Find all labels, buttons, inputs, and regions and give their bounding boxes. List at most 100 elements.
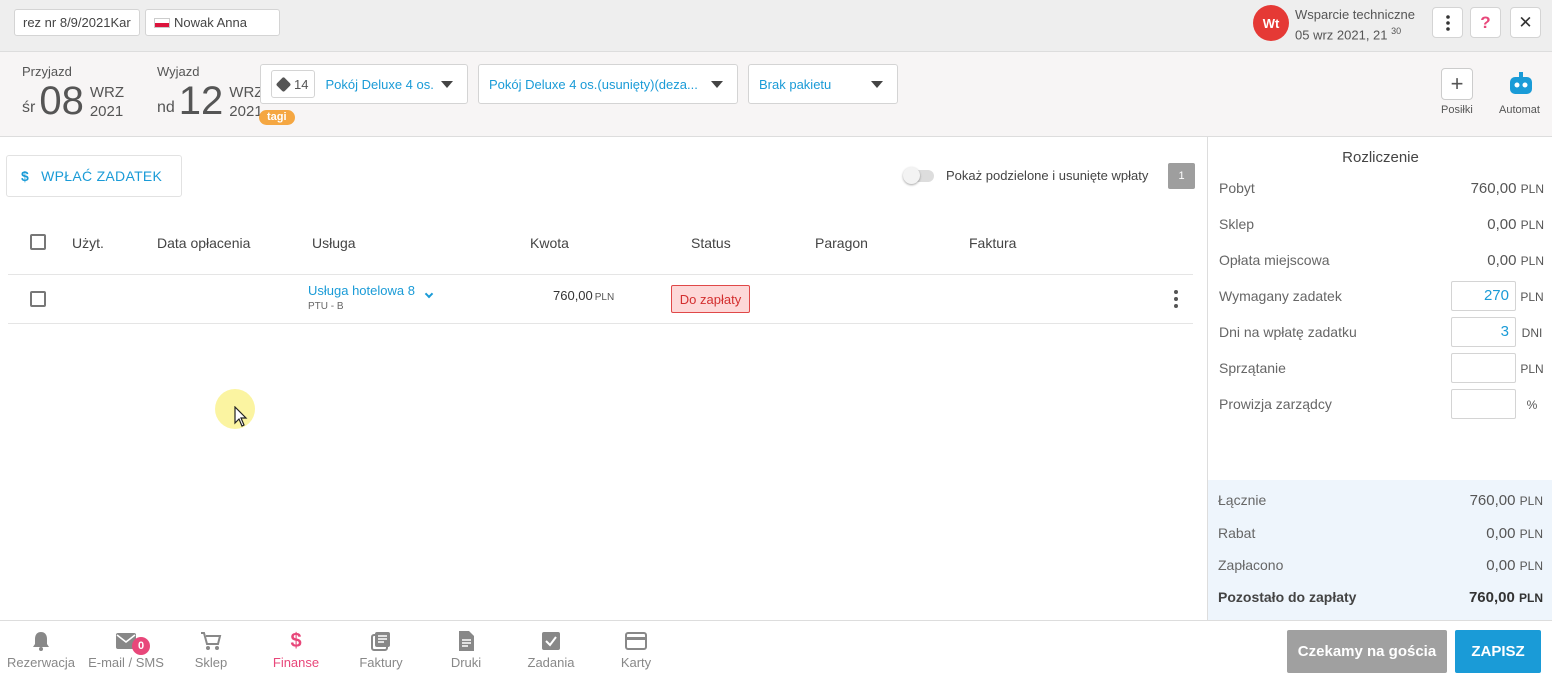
user-date-text: 05 wrz 2021, 21 [1295,27,1388,43]
nav-item-prints[interactable]: Druki [426,629,506,670]
user-date: 05 wrz 2021, 21 30 [1295,23,1415,43]
row-amount-currency: PLN [594,292,615,303]
chevron-down-icon[interactable] [424,289,434,299]
room-name-dropdown[interactable]: Pokój Deluxe 4 os.(usunięty)(deza... [478,64,738,104]
row-menu-button[interactable] [1172,290,1180,310]
deposit-days-label: Dni na wpłatę zadatku [1219,324,1357,340]
required-deposit-input[interactable]: 270 [1451,281,1516,311]
stay-row: Pobyt 760,00 PLN [1219,177,1544,201]
show-split-toggle[interactable] [903,167,934,184]
status-badge-label: Do zapłaty [679,291,742,307]
departure-date[interactable]: Wyjazd nd 12 WRZ 2021 [157,64,263,121]
local-fee-unit: PLN [1520,254,1544,268]
save-button[interactable]: ZAPISZ [1455,630,1541,673]
automat-button[interactable] [1505,68,1537,100]
mail-icon [86,629,166,653]
total-unit: PLN [1519,494,1543,508]
reservation-number: rez nr 8/9/2021Kar [23,15,131,30]
more-menu-button[interactable] [1432,7,1463,38]
plus-icon: + [1450,71,1464,96]
nav-item-finance[interactable]: $ Finanse [256,629,336,671]
nav-item-label: Zadania [527,655,575,670]
local-fee-row: Opłata miejscowa 0,00 PLN [1219,249,1544,273]
discount-row: Rabat 0,00 PLN [1218,525,1543,542]
column-header-status[interactable]: Status [691,235,731,251]
bottom-nav: Rezerwacja E-mail / SMS 0 Sklep $ Finans… [0,620,1552,680]
service-name-link[interactable]: Usługa hotelowa 8 [308,283,415,298]
stay-label: Pobyt [1219,180,1255,196]
nav-item-reservation[interactable]: Rezerwacja [1,629,81,670]
nav-item-invoices[interactable]: Faktury [341,629,421,670]
discount-label: Rabat [1218,525,1256,541]
column-header-invoice[interactable]: Faktura [969,235,1016,251]
remaining-unit: PLN [1519,591,1543,605]
close-button[interactable]: ✕ [1510,7,1541,38]
column-header-amount[interactable]: Kwota [530,235,569,251]
card-icon [596,629,676,653]
package-dropdown[interactable]: Brak pakietu [748,64,898,104]
departure-label: Wyjazd [157,64,200,79]
nav-item-shop[interactable]: Sklep [171,629,251,670]
help-button[interactable]: ? [1470,7,1501,38]
deposit-days-unit: DNI [1521,326,1543,340]
remaining-value-group: 760,00 PLN [1469,589,1543,606]
select-all-checkbox[interactable] [30,234,46,250]
departure-dow: nd [157,99,175,116]
avatar[interactable]: Wt [1253,5,1289,41]
room-type-value: Pokój Deluxe 4 os. [325,76,434,92]
room-number-tag: 14 [271,70,316,98]
commission-row: Prowizja zarządcy % [1219,389,1544,419]
shop-label: Sklep [1219,216,1255,232]
column-header-paid-date[interactable]: Data opłacenia [157,235,250,251]
nav-item-email-sms[interactable]: E-mail / SMS 0 [86,629,166,670]
reservation-number-chip[interactable]: rez nr 8/9/2021Kar [14,9,140,36]
column-header-service[interactable]: Usługa [312,235,356,251]
settlement-title: Rozliczenie [1342,149,1419,166]
status-badge[interactable]: Do zapłaty [671,285,750,313]
bell-icon [1,629,81,653]
nav-item-tasks[interactable]: Zadania [511,629,591,670]
poland-flag-icon [154,17,170,28]
avatar-initials: Wt [1262,15,1280,31]
commission-label: Prowizja zarządcy [1219,396,1332,412]
nav-item-cards[interactable]: Karty [596,629,676,670]
tags-badge[interactable]: tagi [259,110,295,125]
kebab-dot [1174,290,1178,294]
departure-date-line: nd 12 WRZ 2021 [157,81,263,121]
total-row: Łącznie 760,00 PLN [1218,492,1543,509]
cleaning-row: Sprzątanie PLN [1219,353,1544,383]
deposit-days-row: Dni na wpłatę zadatku 3 DNI [1219,317,1544,347]
stay-unit: PLN [1520,182,1544,196]
row-amount-value: 760,00 [553,288,593,303]
kebab-icon [1445,14,1450,31]
pay-deposit-button[interactable]: $ WPŁAĆ ZADATEK [6,155,182,197]
column-header-receipt[interactable]: Paragon [815,235,868,251]
count-badge-value: 1 [1178,170,1185,182]
guest-chip[interactable]: Nowak Anna [145,9,280,36]
table-row-divider [8,323,1193,324]
awaiting-guest-button[interactable]: Czekamy na gościa [1287,630,1447,673]
nav-item-label: Finanse [272,655,320,670]
arrival-dow: śr [22,99,36,116]
checkbox-icon [511,629,591,653]
deposit-days-input[interactable]: 3 [1451,317,1516,347]
count-badge: 1 [1168,163,1195,189]
discount-value-group: 0,00 PLN [1486,525,1543,542]
cleaning-input[interactable] [1451,353,1516,383]
room-type-dropdown[interactable]: 14 Pokój Deluxe 4 os. [260,64,468,104]
arrival-date[interactable]: Przyjazd śr 08 WRZ 2021 [22,64,124,121]
shop-unit: PLN [1520,218,1544,232]
arrival-year: 2021 [89,103,124,120]
discount-unit: PLN [1519,527,1543,541]
discount-value: 0,00 [1486,525,1516,542]
kebab-dot [1174,297,1178,301]
stay-value: 760,00 [1470,180,1517,197]
commission-unit: % [1526,398,1538,412]
paid-value-group: 0,00 PLN [1486,557,1543,574]
remaining-value: 760,00 [1468,589,1515,606]
add-meal-button[interactable]: + [1441,68,1473,100]
nav-item-label: Rezerwacja [7,655,75,670]
commission-input[interactable] [1451,389,1516,419]
row-checkbox[interactable] [30,291,46,307]
column-header-used[interactable]: Użyt. [72,235,104,251]
